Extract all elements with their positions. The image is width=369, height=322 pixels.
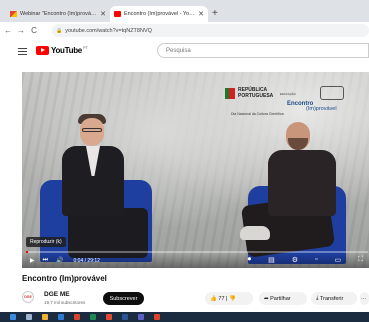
glasses [82,128,102,132]
office-icon[interactable] [74,314,80,320]
theater-icon[interactable]: ▭ [334,256,341,264]
ciencia-viva-logo [320,86,344,100]
channel-name[interactable]: DGE ME [44,291,70,298]
youtube-play-icon [36,46,49,55]
youtube-wordmark: YouTube [51,46,82,55]
share-icon: ➦ [264,295,269,302]
share-button[interactable]: ➦ Partilhar [259,292,307,305]
chrome-icon[interactable] [106,314,112,320]
miniplayer-icon[interactable]: ▫ [315,256,317,264]
time-display: 0:04 / 29:12 [73,257,100,264]
mail-icon[interactable] [58,314,64,320]
overlay-subtitle: Dia Nacional da Cultura Científica [231,112,284,116]
lock-icon: 🔒 [56,27,63,34]
video-title: Encontro (Im)provável [22,274,107,283]
back-icon[interactable]: ← [3,26,13,35]
thumbs-up-icon: 👍 [210,295,217,302]
tab-youtube[interactable]: Encontro (Im)provável - YouTube ✕ [110,6,208,22]
flag-icon [225,88,235,99]
download-button[interactable]: ⤓ Transferir [311,292,357,305]
gmail-icon [10,11,17,17]
player-controls: ▶ ⏭ 🔊 0:04 / 29:12 ⏺ ▤ ⚙ ▫ ▭ ⛶ [22,253,369,268]
search-icon[interactable] [26,314,32,320]
teams-icon[interactable] [138,314,144,320]
youtube-logo[interactable]: YouTube PT [36,45,89,55]
subscriber-count: 19,7 mil subscritores [44,300,86,305]
start-icon[interactable] [10,314,16,320]
search-placeholder: Pesquisa [166,47,191,54]
play-icon[interactable]: ▶ [30,257,35,264]
close-icon[interactable]: ✕ [198,10,204,18]
play-tooltip: Reproduzir (k) [26,237,66,247]
browser-tab-bar: Webinar "Encontro (Im)provável" ✕ Encont… [0,0,369,22]
close-icon[interactable]: ✕ [100,10,106,18]
menu-icon[interactable] [18,46,27,57]
next-icon[interactable]: ⏭ [43,257,48,264]
download-label: Transferir [319,295,344,302]
fullscreen-icon[interactable]: ⛶ [358,256,363,264]
subscribe-button[interactable]: Subscrever [103,292,144,305]
country-code: PT [82,45,89,50]
thumbs-down-icon[interactable]: 👎 [229,296,236,302]
folder-icon[interactable] [42,314,48,320]
reload-icon[interactable]: C [29,26,39,35]
url-input[interactable]: 🔒 youtube.com/watch?v=tqNZT8NVQ [52,24,369,37]
overlay-title-2: (Im)provável [306,106,337,112]
republica-text: REPÚBLICA PORTUGUESA [238,87,274,99]
url-text: youtube.com/watch?v=tqNZT8NVQ [65,27,152,34]
tab-title: Webinar "Encontro (Im)provável" [20,11,98,17]
republica-logo: REPÚBLICA PORTUGUESA EDUCAÇÃO [225,87,296,99]
like-count: 77 [218,295,225,302]
excel-icon[interactable] [90,314,96,320]
download-icon: ⤓ [316,295,319,301]
settings-icon[interactable]: ⚙ [292,256,298,264]
shoe [240,226,270,240]
youtube-icon [114,11,121,17]
os-taskbar [0,312,369,322]
volume-icon[interactable]: 🔊 [56,257,63,264]
more-button[interactable]: ··· [360,292,369,305]
powerpoint-icon[interactable] [154,314,160,320]
person-left-head [80,118,104,146]
subtitles-icon[interactable]: ▤ [268,256,275,264]
autoplay-toggle[interactable]: ⏺ [248,256,252,264]
avatar[interactable]: DGE [22,291,34,303]
share-label: Partilhar [270,295,291,302]
new-tab-button[interactable]: + [212,8,218,19]
tab-title: Encontro (Im)provável - YouTube [124,11,196,17]
tab-webinar[interactable]: Webinar "Encontro (Im)provável" ✕ [6,6,110,22]
person-right-body [268,150,336,216]
forward-icon[interactable]: → [16,26,26,35]
word-icon[interactable] [122,314,128,320]
like-button[interactable]: 👍 77 | 👎 [205,292,253,305]
ministry-text: EDUCAÇÃO [280,91,296,96]
search-input[interactable]: Pesquisa [157,43,369,58]
player-right-controls: ⏺ ▤ ⚙ ▫ ▭ ⛶ [240,256,363,264]
